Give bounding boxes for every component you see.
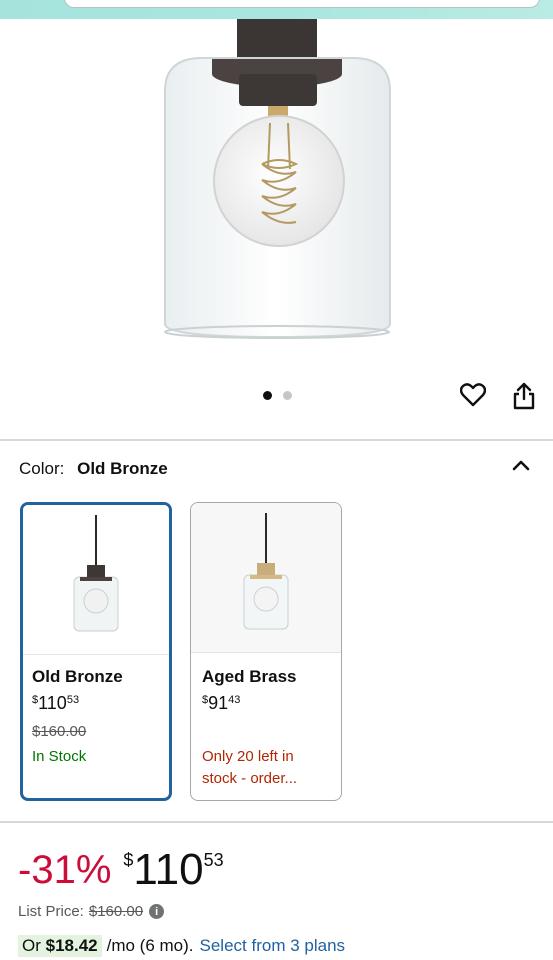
pendant-light-image — [164, 19, 391, 339]
share-button[interactable] — [510, 381, 538, 411]
heart-icon — [460, 383, 486, 407]
variant-thumbnail — [191, 503, 341, 653]
variant-price: $11053 — [32, 693, 79, 714]
variant-price: $9143 — [202, 693, 240, 714]
share-icon — [513, 382, 535, 410]
price-block: -31% $ 110 53 — [18, 846, 224, 894]
price-cents: 53 — [203, 850, 224, 870]
current-price: $ 110 53 — [123, 846, 223, 894]
installment-amount: $18.42 — [45, 936, 98, 955]
variant-old-bronze[interactable]: Old Bronze $11053 $160.00 In Stock — [20, 502, 172, 801]
variant-list-price: $160.00 — [32, 723, 87, 740]
variant-availability: In Stock — [32, 748, 87, 765]
price-cents: 43 — [228, 694, 241, 706]
carousel-dot-2[interactable] — [283, 391, 292, 400]
variant-availability: Only 20 left in stock - order... — [202, 748, 298, 787]
installment-prefix: Or — [22, 936, 46, 955]
chevron-up-icon — [512, 460, 530, 471]
list-price-value: $160.00 — [88, 903, 144, 920]
carousel-dots — [263, 391, 292, 400]
color-label: Color: — [19, 459, 65, 478]
info-icon[interactable]: i — [149, 904, 165, 919]
product-image[interactable] — [0, 19, 553, 369]
selected-color: Old Bronze — [77, 459, 168, 478]
variant-thumbnail — [23, 505, 169, 655]
price-whole: 110 — [133, 845, 204, 894]
installment-badge: Or $18.42 — [18, 935, 102, 957]
carousel-dot-1[interactable] — [263, 391, 272, 400]
price-whole: 110 — [38, 693, 67, 713]
discount-percentage: -31% — [18, 848, 112, 892]
list-price-label: List Price: — [18, 903, 84, 920]
color-selector-header: Color: Old Bronze — [19, 459, 168, 479]
variant-name: Old Bronze — [32, 667, 123, 686]
price-currency: $ — [123, 850, 134, 870]
pendant-thumbnail-image — [73, 515, 119, 632]
search-field[interactable] — [64, 0, 540, 8]
section-divider — [0, 821, 553, 823]
price-whole: 91 — [208, 693, 229, 713]
installment-row: Or $18.42 /mo (6 mo). Select from 3 plan… — [18, 935, 345, 957]
list-price-row: List Price: $160.00 i — [18, 903, 165, 920]
select-plans-link[interactable]: Select from 3 plans — [200, 936, 346, 956]
wishlist-button[interactable] — [459, 381, 487, 409]
variant-name: Aged Brass — [202, 667, 297, 686]
section-divider — [0, 439, 553, 441]
collapse-button[interactable] — [510, 456, 532, 474]
pendant-thumbnail-image — [243, 513, 289, 630]
installment-term: /mo (6 mo). — [106, 936, 194, 955]
price-cents: 53 — [66, 694, 80, 706]
variant-aged-brass[interactable]: Aged Brass $9143 Only 20 left in stock -… — [190, 502, 342, 801]
